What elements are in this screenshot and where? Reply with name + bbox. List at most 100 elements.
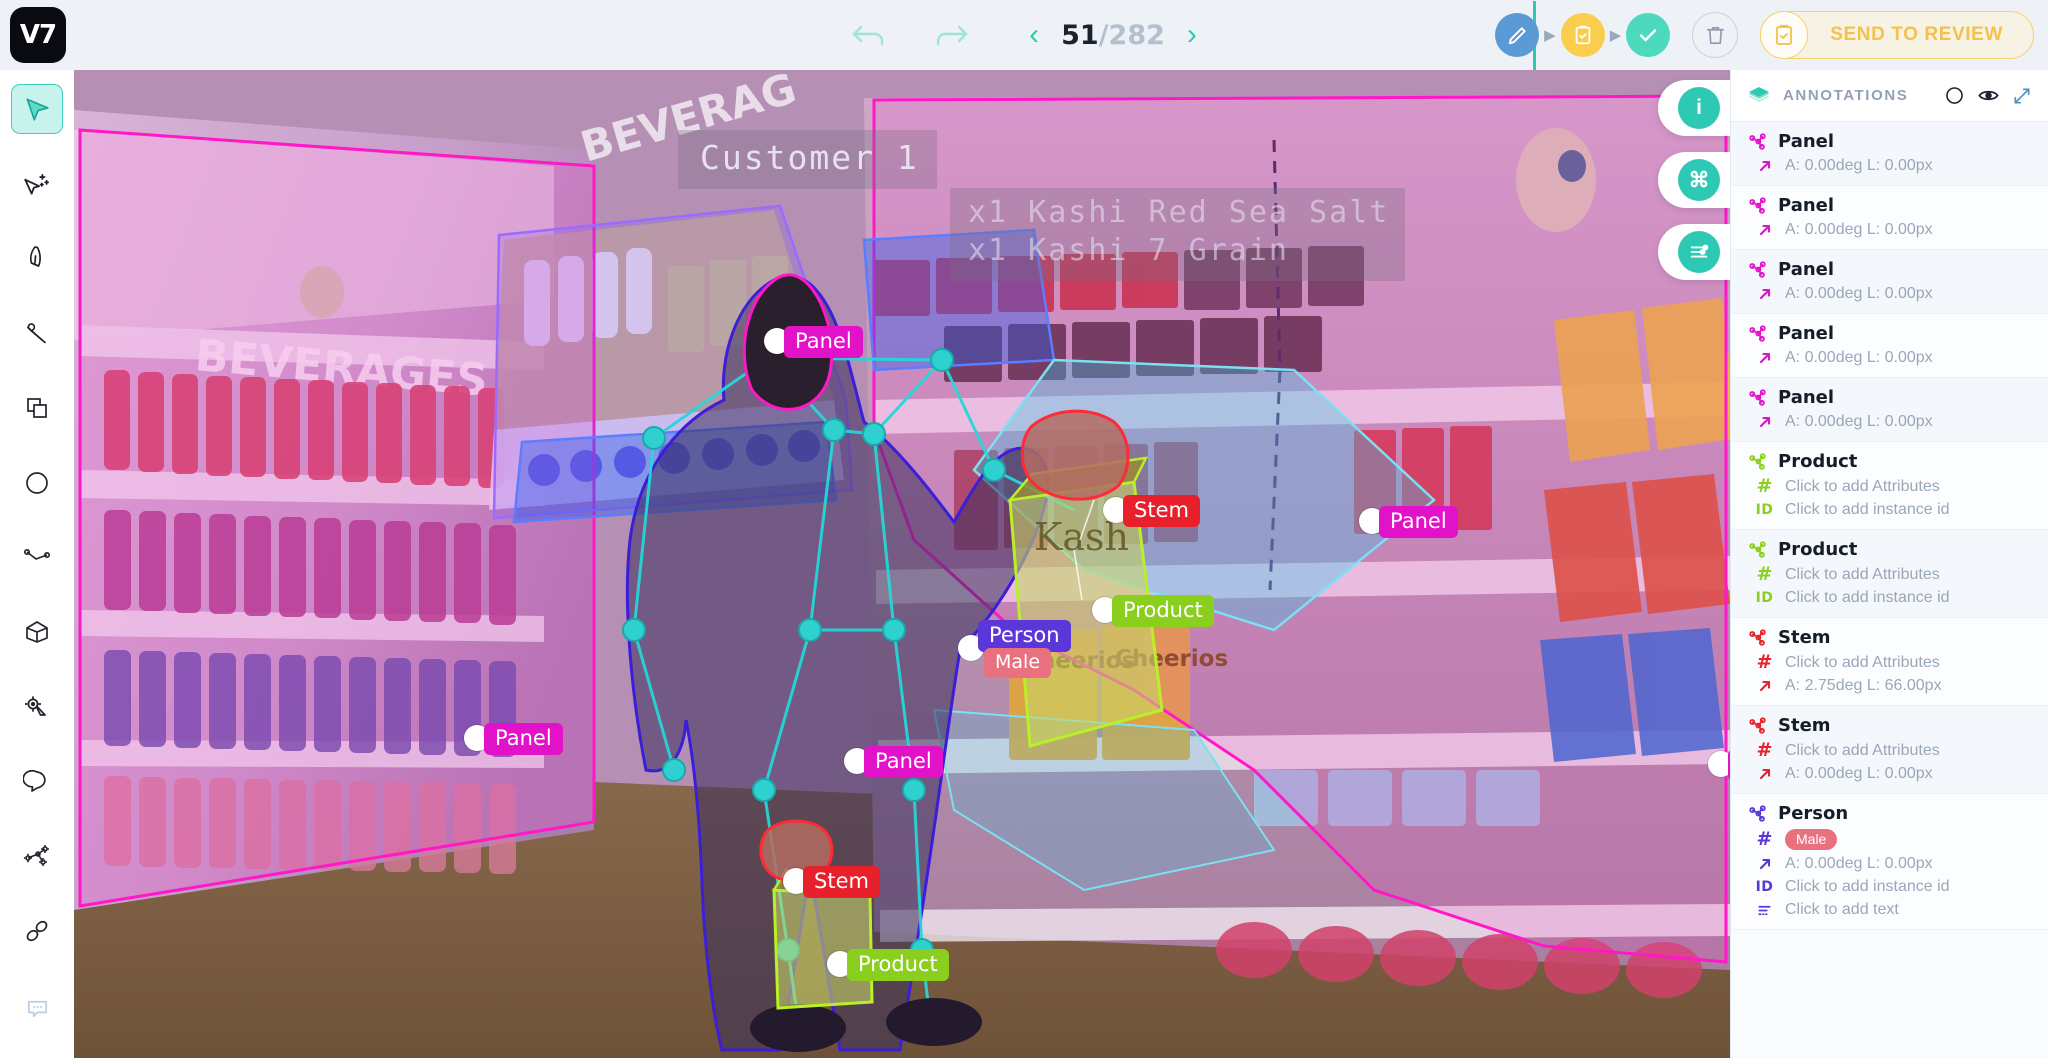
keypoint-icon[interactable]: [11, 682, 63, 732]
annotation-property-row[interactable]: ID Click to add instance id: [1747, 501, 2034, 519]
chain-link-icon[interactable]: [11, 907, 63, 957]
annotation-list-item[interactable]: Panel A: 0.00deg L: 0.00px: [1731, 186, 2048, 250]
annotation-property-row[interactable]: # Click to add Attributes: [1747, 741, 2034, 760]
skeleton-icon: [1747, 259, 1768, 280]
annotation-class-label: Product: [1778, 539, 1858, 560]
attribute-badge[interactable]: Male: [1785, 829, 1838, 850]
annotation-property-text: A: 0.00deg L: 0.00px: [1785, 157, 1933, 174]
id-icon: ID: [1755, 590, 1774, 606]
annotation-property-text: Click to add Attributes: [1785, 477, 1940, 495]
prev-page-button[interactable]: ‹: [1029, 20, 1039, 50]
annotation-tag[interactable]: Panel: [464, 723, 563, 755]
speech-bubble-icon[interactable]: [11, 757, 63, 807]
annotation-property-row[interactable]: A: 0.00deg L: 0.00px: [1747, 855, 2034, 873]
hash-icon: #: [1756, 739, 1773, 761]
annotation-property-row[interactable]: A: 0.00deg L: 0.00px: [1747, 221, 2034, 239]
expand-arrows-icon[interactable]: [2012, 86, 2032, 106]
stage-annotate-button[interactable]: [1495, 13, 1540, 57]
info-icon: i: [1678, 87, 1720, 129]
brush-icon[interactable]: [11, 308, 63, 358]
annotation-tag-label: Panel: [784, 326, 863, 358]
annotation-list-item[interactable]: Panel A: 0.00deg L: 0.00px: [1731, 378, 2048, 442]
annotation-tag[interactable]: Product: [827, 949, 949, 981]
annotation-class-label: Panel: [1778, 195, 1835, 216]
annotation-list-item[interactable]: Stem # Click to add Attributes A: 0.00deg L…: [1731, 706, 2048, 794]
annotation-property-row[interactable]: A: 0.00deg L: 0.00px: [1747, 413, 2034, 431]
annotation-tag[interactable]: Stem: [783, 866, 880, 898]
undo-arrow-icon[interactable]: [851, 21, 887, 49]
annotation-list-item[interactable]: Panel A: 0.00deg L: 0.00px: [1731, 314, 2048, 378]
polyline-icon[interactable]: [11, 533, 63, 583]
id-icon: ID: [1755, 879, 1774, 895]
annotation-property-row[interactable]: # Click to add Attributes: [1747, 653, 2034, 672]
annotation-property-row[interactable]: A: 0.00deg L: 0.00px: [1747, 157, 2034, 175]
page-total: /282: [1098, 19, 1165, 51]
stage-review-button[interactable]: [1560, 13, 1605, 57]
redo-arrow-icon[interactable]: [933, 21, 969, 49]
annotation-property-row[interactable]: # Male: [1747, 829, 2034, 850]
annotation-class-label: Panel: [1778, 387, 1835, 408]
annotation-list-item[interactable]: Stem # Click to add Attributes A: 2.75deg L…: [1731, 618, 2048, 706]
annotation-property-row[interactable]: Click to add text: [1747, 901, 2034, 919]
annotation-property-row[interactable]: ID Click to add instance id: [1747, 878, 2034, 896]
annotation-property-row[interactable]: # Click to add Attributes: [1747, 565, 2034, 584]
settings-button[interactable]: [1658, 224, 1730, 280]
annotations-list[interactable]: Panel A: 0.00deg L: 0.00px Panel A: 0.00deg…: [1731, 122, 2048, 1058]
top-right-controls: ▶ ▶ SEND TO REVIEW: [1495, 0, 2034, 95]
annotation-tag[interactable]: Person Male: [958, 620, 1071, 678]
annotation-tag-label: Product: [847, 949, 949, 981]
annotation-property-row[interactable]: ID Click to add instance id: [1747, 589, 2034, 607]
eye-icon[interactable]: [1977, 84, 2000, 107]
hash-icon: #: [1756, 475, 1773, 497]
annotation-property-text: A: 0.00deg L: 0.00px: [1785, 221, 1933, 238]
arrow-icon: [1754, 350, 1775, 366]
rectangle-icon[interactable]: [11, 383, 63, 433]
info-button[interactable]: i: [1658, 80, 1730, 136]
skeleton-icon[interactable]: [11, 832, 63, 882]
annotation-property-row[interactable]: # Click to add Attributes: [1747, 477, 2034, 496]
comment-dots-icon[interactable]: [11, 983, 63, 1033]
annotation-tag[interactable]: Stem: [1103, 495, 1200, 527]
annotation-list-item[interactable]: Person # Male A: 0.00deg L: 0.00px ID Click t…: [1731, 794, 2048, 930]
keypoint-dot[interactable]: [1708, 751, 1730, 777]
shortcuts-button[interactable]: ⌘: [1658, 152, 1730, 208]
skeleton-icon: [1747, 131, 1768, 152]
circle-outline-icon[interactable]: [1944, 85, 1965, 106]
annotation-property-text: Click to add Attributes: [1785, 741, 1940, 759]
annotation-property-text: Click to add Attributes: [1785, 565, 1940, 583]
magic-wand-icon[interactable]: [11, 159, 63, 209]
annotation-property-row[interactable]: A: 2.75deg L: 66.00px: [1747, 677, 2034, 695]
annotation-property-text: Click to add instance id: [1785, 878, 1950, 895]
annotation-list-item[interactable]: Product # Click to add Attributes ID Click t…: [1731, 530, 2048, 618]
annotation-property-text: A: 0.00deg L: 0.00px: [1785, 765, 1933, 782]
annotation-property-row[interactable]: A: 0.00deg L: 0.00px: [1747, 765, 2034, 783]
annotation-tag[interactable]: Panel: [844, 746, 943, 778]
cube-icon[interactable]: [11, 607, 63, 657]
select-tool[interactable]: [11, 84, 63, 134]
annotation-property-text: Click to add text: [1785, 901, 1899, 918]
annotation-list-item[interactable]: Product # Click to add Attributes ID Click t…: [1731, 442, 2048, 530]
arrow-icon: [1754, 414, 1775, 430]
annotation-property-text: A: 0.00deg L: 0.00px: [1785, 349, 1933, 366]
annotation-tag-label: Stem: [1123, 495, 1200, 527]
annotated-store-image: BEVERAGES BEVERAG Cheerios Kash: [74, 70, 1730, 1058]
next-page-button[interactable]: ›: [1187, 20, 1197, 50]
app-logo[interactable]: V7: [10, 7, 66, 63]
image-canvas[interactable]: BEVERAGES BEVERAG Cheerios Kash Customer…: [74, 70, 1730, 1058]
delete-button[interactable]: [1692, 12, 1739, 58]
annotation-tag[interactable]: Product: [1092, 595, 1214, 627]
annotation-list-item[interactable]: Panel A: 0.00deg L: 0.00px: [1731, 250, 2048, 314]
annotation-tag[interactable]: Panel: [764, 326, 863, 358]
page-current: 51: [1061, 19, 1099, 51]
annotation-tag-label: Panel: [1728, 749, 1730, 781]
stage-complete-button[interactable]: [1626, 13, 1671, 57]
annotation-tag[interactable]: Panel: [1359, 506, 1458, 538]
circle-icon[interactable]: [11, 458, 63, 508]
annotation-list-item[interactable]: Panel A: 0.00deg L: 0.00px: [1731, 122, 2048, 186]
annotation-tag[interactable]: Panel: [1708, 749, 1730, 781]
annotation-property-row[interactable]: A: 0.00deg L: 0.00px: [1747, 349, 2034, 367]
page-navigation: ‹ 51/282 ›: [1029, 20, 1197, 51]
send-to-review-button[interactable]: SEND TO REVIEW: [1760, 11, 2034, 59]
annotation-property-row[interactable]: A: 0.00deg L: 0.00px: [1747, 285, 2034, 303]
pen-nib-icon[interactable]: [11, 234, 63, 284]
